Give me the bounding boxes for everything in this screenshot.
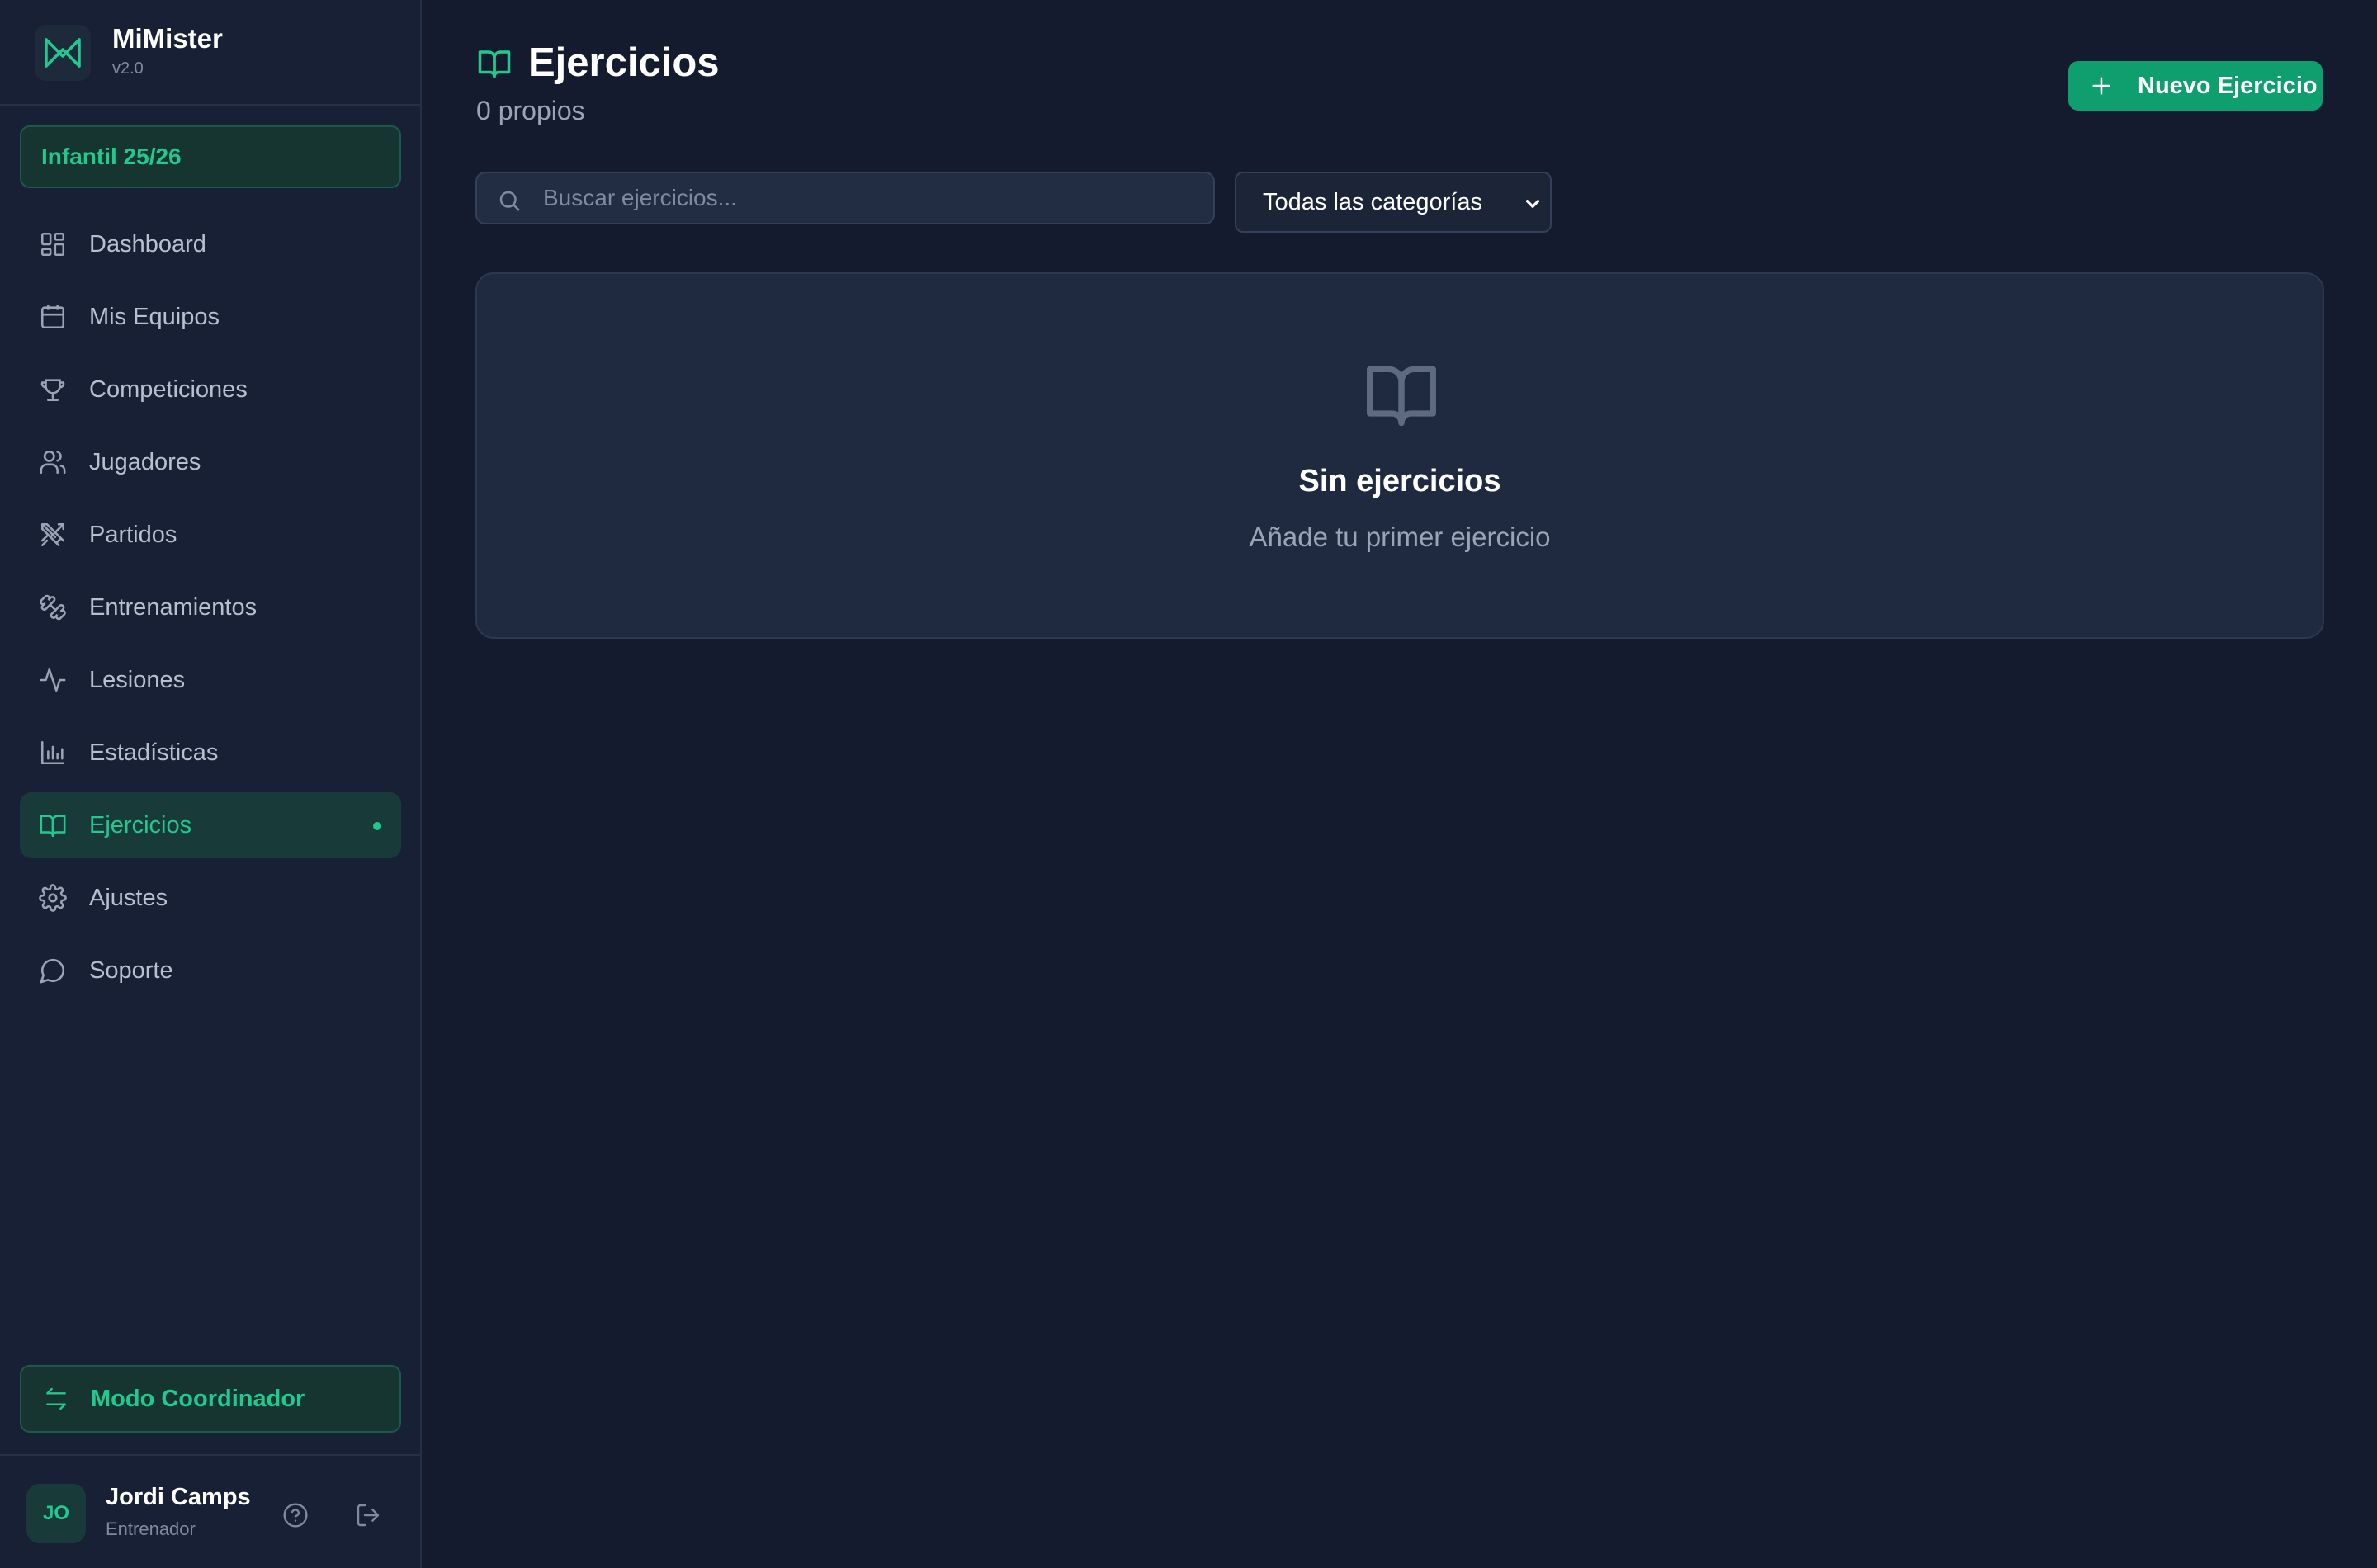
chat-icon [38,956,68,985]
new-exercise-label: Nuevo Ejercicio [2138,72,2318,99]
brand-name: MiMister [112,23,223,54]
avatar[interactable]: JO [26,1484,86,1543]
team-selector[interactable]: Infantil 25/26 [20,125,401,188]
logout-icon[interactable] [352,1499,385,1532]
user-panel: JO Jordi Camps Entrenador [0,1454,420,1568]
coordinator-mode-label: Modo Coordinador [91,1385,305,1412]
sidebar-item-ejercicios[interactable]: Ejercicios [20,792,401,858]
sidebar-item-dashboard[interactable]: Dashboard [20,211,401,277]
search-icon [497,188,523,215]
bar-chart-icon [38,738,68,767]
users-icon [38,447,68,477]
sidebar-item-estadisticas[interactable]: Estadísticas [20,720,401,786]
sidebar-item-label: Ejercicios [89,811,192,838]
swap-arrows-icon [43,1386,69,1412]
active-indicator-dot [373,822,381,830]
sidebar-item-label: Competiciones [89,375,248,403]
page-subtitle: 0 propios [476,96,585,125]
calendar-icon [38,302,68,332]
sidebar-item-jugadores[interactable]: Jugadores [20,429,401,495]
sidebar-item-ajustes[interactable]: Ajustes [20,865,401,931]
sidebar-nav: Dashboard Mis Equipos Competiciones Juga… [20,211,401,1010]
sidebar-item-label: Soporte [89,956,173,984]
sidebar-item-label: Entrenamientos [89,593,258,621]
sidebar-item-competiciones[interactable]: Competiciones [20,357,401,423]
sidebar-item-label: Ajustes [89,884,168,911]
sidebar-item-lesiones[interactable]: Lesiones [20,647,401,713]
activity-icon [38,665,68,695]
dumbbell-icon [38,593,68,622]
user-role: Entrenador [106,1518,196,1539]
page-title: Ejercicios [528,40,720,85]
new-exercise-button[interactable]: Nuevo Ejercicio [2068,61,2323,111]
sidebar-item-entrenamientos[interactable]: Entrenamientos [20,574,401,640]
coordinator-mode-button[interactable]: Modo Coordinador [20,1365,401,1433]
sidebar-item-label: Dashboard [89,230,206,257]
book-icon [38,810,68,840]
user-name: Jordi Camps [106,1484,251,1510]
empty-state-text: Añade tu primer ejercicio [1249,522,1551,552]
trophy-icon [38,375,68,404]
book-icon [475,46,515,83]
gear-icon [38,883,68,913]
help-icon[interactable] [279,1499,312,1532]
swords-icon [38,520,68,550]
brand-version: v2.0 [112,59,144,78]
empty-state-title: Sin ejercicios [1298,464,1501,498]
sidebar-item-partidos[interactable]: Partidos [20,502,401,568]
chevron-down-icon [1522,193,1543,215]
sidebar-item-label: Mis Equipos [89,303,220,330]
sidebar-item-label: Estadísticas [89,739,219,766]
empty-state-card: Sin ejercicios Añade tu primer ejercicio [475,272,2324,639]
sidebar-item-mis-equipos[interactable]: Mis Equipos [20,284,401,350]
sidebar-item-label: Partidos [89,521,177,548]
logo-icon [35,25,91,81]
category-filter-select[interactable]: Todas las categorías [1235,172,1552,233]
dashboard-icon [38,229,68,259]
book-icon [1362,357,1441,432]
brand-header: MiMister v2.0 [0,0,420,106]
sidebar: MiMister v2.0 Infantil 25/26 Dashboard M… [0,0,422,1568]
search-input[interactable] [543,173,1195,223]
sidebar-item-soporte[interactable]: Soporte [20,937,401,1004]
plus-icon [2090,74,2113,97]
app-root: MiMister v2.0 Infantil 25/26 Dashboard M… [0,0,2377,1568]
sidebar-item-label: Lesiones [89,666,186,693]
search-box [475,172,1215,224]
category-filter-value: Todas las categorías [1263,188,1482,215]
sidebar-item-label: Jugadores [89,448,201,475]
